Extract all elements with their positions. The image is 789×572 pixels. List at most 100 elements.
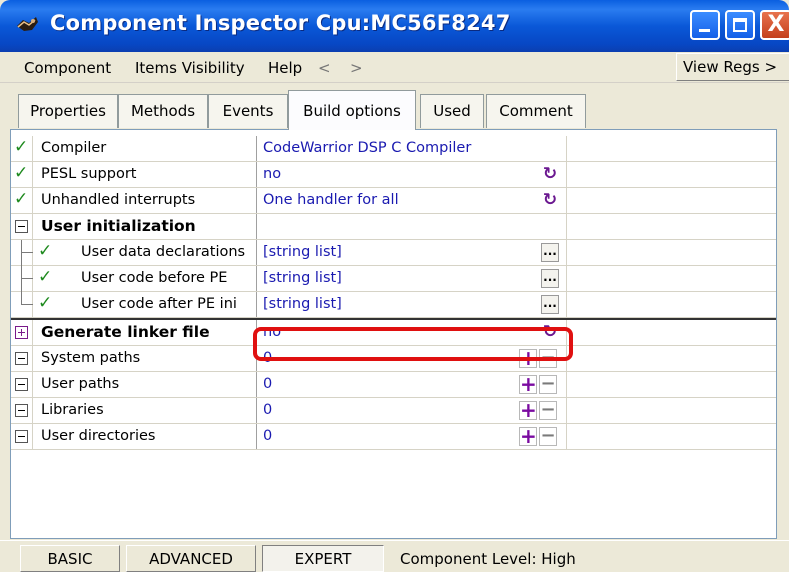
plus-icon: + bbox=[520, 346, 537, 370]
tab-comment[interactable]: Comment bbox=[486, 94, 586, 128]
property-group-user-initialization[interactable]: User initialization bbox=[11, 214, 776, 240]
component-inspector-window: Component Inspector Cpu:MC56F8247 X Comp… bbox=[0, 0, 789, 572]
add-item-button[interactable]: + bbox=[519, 346, 537, 370]
collapse-icon[interactable] bbox=[15, 378, 28, 391]
add-item-button[interactable]: + bbox=[519, 424, 537, 448]
collapse-icon[interactable] bbox=[15, 404, 28, 417]
row-icon-cell bbox=[11, 266, 33, 292]
property-name: User code after PE ini bbox=[33, 292, 257, 317]
property-name: User code before PE bbox=[33, 266, 257, 291]
property-row-unhandled-interrupts[interactable]: ✓ Unhandled interrupts One handler for a… bbox=[11, 188, 776, 214]
remove-item-button[interactable]: − bbox=[539, 375, 557, 394]
property-row-user-code-after-pe[interactable]: ✓ User code after PE ini [string list] .… bbox=[11, 292, 776, 318]
add-item-button[interactable]: + bbox=[519, 372, 537, 396]
add-item-button[interactable]: + bbox=[519, 398, 537, 422]
tab-methods[interactable]: Methods bbox=[118, 94, 208, 128]
ellipsis-icon: ... bbox=[543, 296, 557, 310]
ellipsis-icon: ... bbox=[543, 244, 557, 258]
property-name: PESL support bbox=[33, 162, 257, 187]
remove-item-button[interactable]: − bbox=[539, 427, 557, 446]
component-icon bbox=[17, 17, 38, 31]
property-row-system-paths[interactable]: System paths 0 + − bbox=[11, 346, 776, 372]
minus-icon: − bbox=[540, 399, 556, 420]
tree-line bbox=[21, 240, 22, 266]
property-row-compiler[interactable]: ✓ Compiler CodeWarrior DSP C Compiler bbox=[11, 136, 776, 162]
property-value[interactable]: no bbox=[257, 162, 567, 187]
close-icon: X bbox=[767, 12, 785, 37]
property-name: Generate linker file bbox=[33, 320, 257, 345]
check-icon: ✓ bbox=[14, 137, 29, 157]
menu-bar: Component Items Visibility Help < > bbox=[0, 52, 789, 83]
plus-icon: + bbox=[520, 424, 537, 448]
property-row-user-data-declarations[interactable]: ✓ User data declarations [string list] .… bbox=[11, 240, 776, 266]
row-icon-cell: ✓ bbox=[11, 188, 33, 213]
property-row-libraries[interactable]: Libraries 0 + − bbox=[11, 398, 776, 424]
forward-arrow-icon[interactable]: > bbox=[350, 59, 363, 77]
maximize-button[interactable] bbox=[725, 10, 755, 40]
edit-list-button[interactable]: ... bbox=[541, 295, 559, 314]
tab-build-options[interactable]: Build options bbox=[288, 90, 416, 130]
tab-strip: Properties Methods Events Build options … bbox=[0, 84, 789, 130]
tree-line bbox=[21, 266, 22, 292]
row-icon-cell bbox=[11, 424, 33, 449]
close-button[interactable]: X bbox=[760, 10, 789, 40]
cycle-icon: ↻ bbox=[542, 190, 558, 210]
component-level-bar: BASIC ADVANCED EXPERT Component Level: H… bbox=[0, 540, 789, 572]
row-icon-cell bbox=[11, 346, 33, 371]
property-name: Unhandled interrupts bbox=[33, 188, 257, 213]
row-icon-cell: ✓ bbox=[11, 136, 33, 161]
tree-line bbox=[21, 304, 33, 305]
property-value[interactable]: no bbox=[257, 320, 567, 345]
minus-icon: − bbox=[540, 347, 556, 368]
edit-list-button[interactable]: ... bbox=[541, 243, 559, 262]
cycle-value-button[interactable]: ↻ bbox=[541, 323, 559, 342]
property-name: User data declarations bbox=[33, 240, 257, 265]
property-row-user-paths[interactable]: User paths 0 + − bbox=[11, 372, 776, 398]
property-row-user-code-before-pe[interactable]: ✓ User code before PE [string list] ... bbox=[11, 266, 776, 292]
advanced-level-button[interactable]: ADVANCED bbox=[126, 545, 256, 572]
tab-events[interactable]: Events bbox=[208, 94, 288, 128]
property-row-generate-linker-file[interactable]: Generate linker file no ↻ bbox=[11, 318, 776, 346]
remove-item-button[interactable]: − bbox=[539, 349, 557, 368]
menu-component[interactable]: Component bbox=[24, 59, 111, 77]
check-icon: ✓ bbox=[14, 163, 29, 183]
property-row-user-directories[interactable]: User directories 0 + − bbox=[11, 424, 776, 450]
basic-level-button[interactable]: BASIC bbox=[20, 545, 120, 572]
tab-properties[interactable]: Properties bbox=[18, 94, 118, 128]
property-value[interactable]: [string list] bbox=[257, 240, 567, 265]
property-name: User directories bbox=[33, 424, 257, 449]
property-row-pesl-support[interactable]: ✓ PESL support no ↻ bbox=[11, 162, 776, 188]
property-value[interactable]: One handler for all bbox=[257, 188, 567, 213]
row-icon-cell bbox=[11, 398, 33, 423]
property-name: User initialization bbox=[33, 214, 257, 239]
row-icon-cell bbox=[11, 240, 33, 266]
title-bar[interactable]: Component Inspector Cpu:MC56F8247 X bbox=[0, 0, 789, 52]
remove-item-button[interactable]: − bbox=[539, 401, 557, 420]
component-level-status: Component Level: High bbox=[400, 550, 576, 568]
collapse-icon[interactable] bbox=[15, 430, 28, 443]
expert-level-button[interactable]: EXPERT bbox=[262, 545, 384, 572]
edit-list-button[interactable]: ... bbox=[541, 269, 559, 288]
cycle-icon: ↻ bbox=[542, 322, 558, 342]
property-value[interactable]: CodeWarrior DSP C Compiler bbox=[257, 136, 567, 161]
collapse-icon[interactable] bbox=[15, 352, 28, 365]
plus-icon: + bbox=[520, 372, 537, 396]
property-name: Libraries bbox=[33, 398, 257, 423]
minus-icon: − bbox=[540, 425, 556, 446]
expand-icon[interactable] bbox=[15, 326, 28, 339]
cycle-value-button[interactable]: ↻ bbox=[541, 191, 559, 210]
row-icon-cell bbox=[11, 320, 33, 345]
cycle-value-button[interactable]: ↻ bbox=[541, 165, 559, 184]
collapse-icon[interactable] bbox=[15, 220, 28, 233]
tab-used[interactable]: Used bbox=[420, 94, 484, 128]
plus-icon: + bbox=[520, 398, 537, 422]
menu-items-visibility[interactable]: Items Visibility bbox=[135, 59, 245, 77]
minimize-button[interactable] bbox=[690, 10, 720, 40]
property-value[interactable]: [string list] bbox=[257, 266, 567, 291]
view-regs-button[interactable]: View Regs > bbox=[676, 53, 789, 81]
property-name: User paths bbox=[33, 372, 257, 397]
property-grid: ✓ Compiler CodeWarrior DSP C Compiler ✓ … bbox=[10, 129, 777, 539]
menu-help[interactable]: Help bbox=[268, 59, 302, 77]
property-value[interactable]: [string list] bbox=[257, 292, 567, 317]
back-arrow-icon[interactable]: < bbox=[318, 59, 331, 77]
